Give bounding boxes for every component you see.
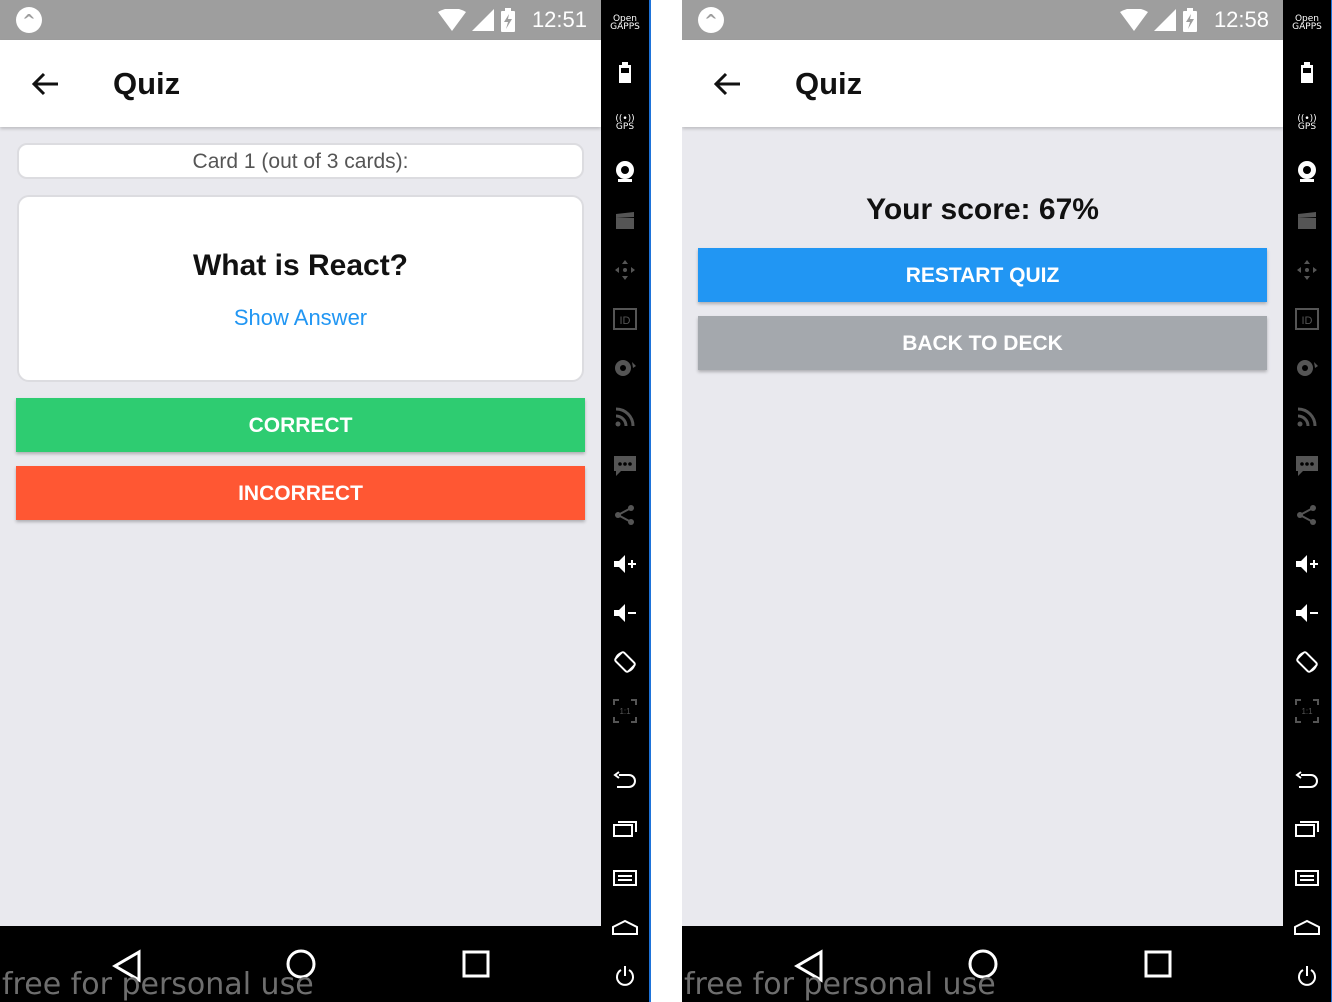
id-icon[interactable]: ID — [601, 304, 649, 334]
question-card: What is React? Show Answer — [17, 195, 584, 382]
rss-icon[interactable] — [601, 402, 649, 432]
disk-icon[interactable] — [1283, 353, 1331, 383]
home-icon[interactable] — [601, 912, 649, 942]
status-bar: ^ 12:58 — [682, 0, 1283, 40]
power-icon[interactable] — [1283, 961, 1331, 991]
volume-up-icon[interactable] — [1283, 549, 1331, 579]
menu-icon[interactable] — [601, 863, 649, 893]
recents-icon[interactable] — [601, 814, 649, 844]
media-icon[interactable] — [1283, 206, 1331, 236]
disk-icon[interactable] — [601, 353, 649, 383]
rotate-icon[interactable] — [601, 647, 649, 677]
sms-icon[interactable] — [1283, 451, 1331, 481]
open-gapps-icon[interactable]: Open GAPPS — [601, 8, 649, 38]
svg-text:ID: ID — [1302, 315, 1313, 327]
id-icon[interactable]: ID — [1283, 304, 1331, 334]
back-icon[interactable] — [1283, 765, 1331, 795]
gps-icon[interactable]: ((•)) GPS — [601, 108, 649, 138]
score-text: Your score: 67% — [866, 193, 1099, 226]
expo-logo-icon: ^ — [698, 7, 724, 33]
gps-icon[interactable]: ((•)) GPS — [1283, 108, 1331, 138]
rotate-icon[interactable] — [1283, 647, 1331, 677]
signal-icon — [1153, 9, 1176, 31]
status-time: 12:51 — [531, 7, 587, 32]
share-icon[interactable] — [601, 500, 649, 530]
svg-text:ID: ID — [620, 315, 631, 327]
page-title: Quiz — [795, 66, 863, 101]
card-counter: Card 1 (out of 3 cards): — [17, 143, 584, 179]
watermark: free for personal use — [684, 967, 996, 1002]
volume-down-icon[interactable] — [601, 598, 649, 628]
app-bar: Quiz — [682, 40, 1283, 127]
media-icon[interactable] — [601, 206, 649, 236]
power-icon[interactable] — [601, 961, 649, 991]
page-title: Quiz — [113, 66, 181, 101]
back-icon[interactable] — [601, 765, 649, 795]
volume-down-icon[interactable] — [1283, 598, 1331, 628]
open-gapps-icon[interactable]: Open GAPPS — [1283, 8, 1331, 38]
battery-charging-icon — [1182, 8, 1197, 32]
share-icon[interactable] — [1283, 500, 1331, 530]
phone-screen-quiz-card: ^ 12:51 Quiz Card 1 (out of 3 cards): Wh… — [0, 0, 601, 1002]
emulator-toolbar: Open GAPPS ((•)) GPS ID 1:1 — [601, 0, 649, 1002]
camera-icon[interactable] — [601, 156, 649, 186]
nav-recents-icon[interactable] — [456, 946, 496, 986]
back-to-deck-button[interactable]: BACK TO DECK — [698, 316, 1267, 370]
move-icon[interactable] — [1283, 255, 1331, 285]
back-arrow-icon[interactable] — [30, 69, 60, 99]
svg-text:1:1: 1:1 — [1301, 707, 1313, 716]
rss-icon[interactable] — [1283, 402, 1331, 432]
restart-quiz-button[interactable]: RESTART QUIZ — [698, 248, 1267, 302]
wifi-icon — [437, 9, 466, 31]
status-bar: ^ 12:51 — [0, 0, 601, 40]
correct-button[interactable]: CORRECT — [16, 398, 585, 452]
phone-screen-quiz-score: ^ 12:58 Quiz Your score: 67% RESTART QUI… — [682, 0, 1283, 1002]
signal-icon — [471, 9, 494, 31]
nav-recents-icon[interactable] — [1138, 946, 1178, 986]
status-time: 12:58 — [1213, 7, 1269, 32]
back-arrow-icon[interactable] — [712, 69, 742, 99]
battery-icon[interactable] — [1283, 58, 1331, 88]
battery-icon[interactable] — [601, 58, 649, 88]
app-bar: Quiz — [0, 40, 601, 127]
window-divider — [649, 0, 651, 1002]
move-icon[interactable] — [601, 255, 649, 285]
zoom-icon[interactable]: 1:1 — [601, 696, 649, 726]
svg-text:1:1: 1:1 — [619, 707, 631, 716]
emulator-toolbar: Open GAPPS ((•)) GPS ID 1:1 — [1283, 0, 1331, 1002]
expo-logo-icon: ^ — [16, 7, 42, 33]
wifi-icon — [1119, 9, 1148, 31]
volume-up-icon[interactable] — [601, 549, 649, 579]
incorrect-button[interactable]: INCORRECT — [16, 466, 585, 520]
show-answer-link[interactable]: Show Answer — [19, 305, 582, 331]
battery-charging-icon — [500, 8, 515, 32]
question-text: What is React? — [192, 249, 409, 282]
zoom-icon[interactable]: 1:1 — [1283, 696, 1331, 726]
menu-icon[interactable] — [1283, 863, 1331, 893]
recents-icon[interactable] — [1283, 814, 1331, 844]
sms-icon[interactable] — [601, 451, 649, 481]
camera-icon[interactable] — [1283, 156, 1331, 186]
watermark: free for personal use — [2, 967, 314, 1002]
home-icon[interactable] — [1283, 912, 1331, 942]
